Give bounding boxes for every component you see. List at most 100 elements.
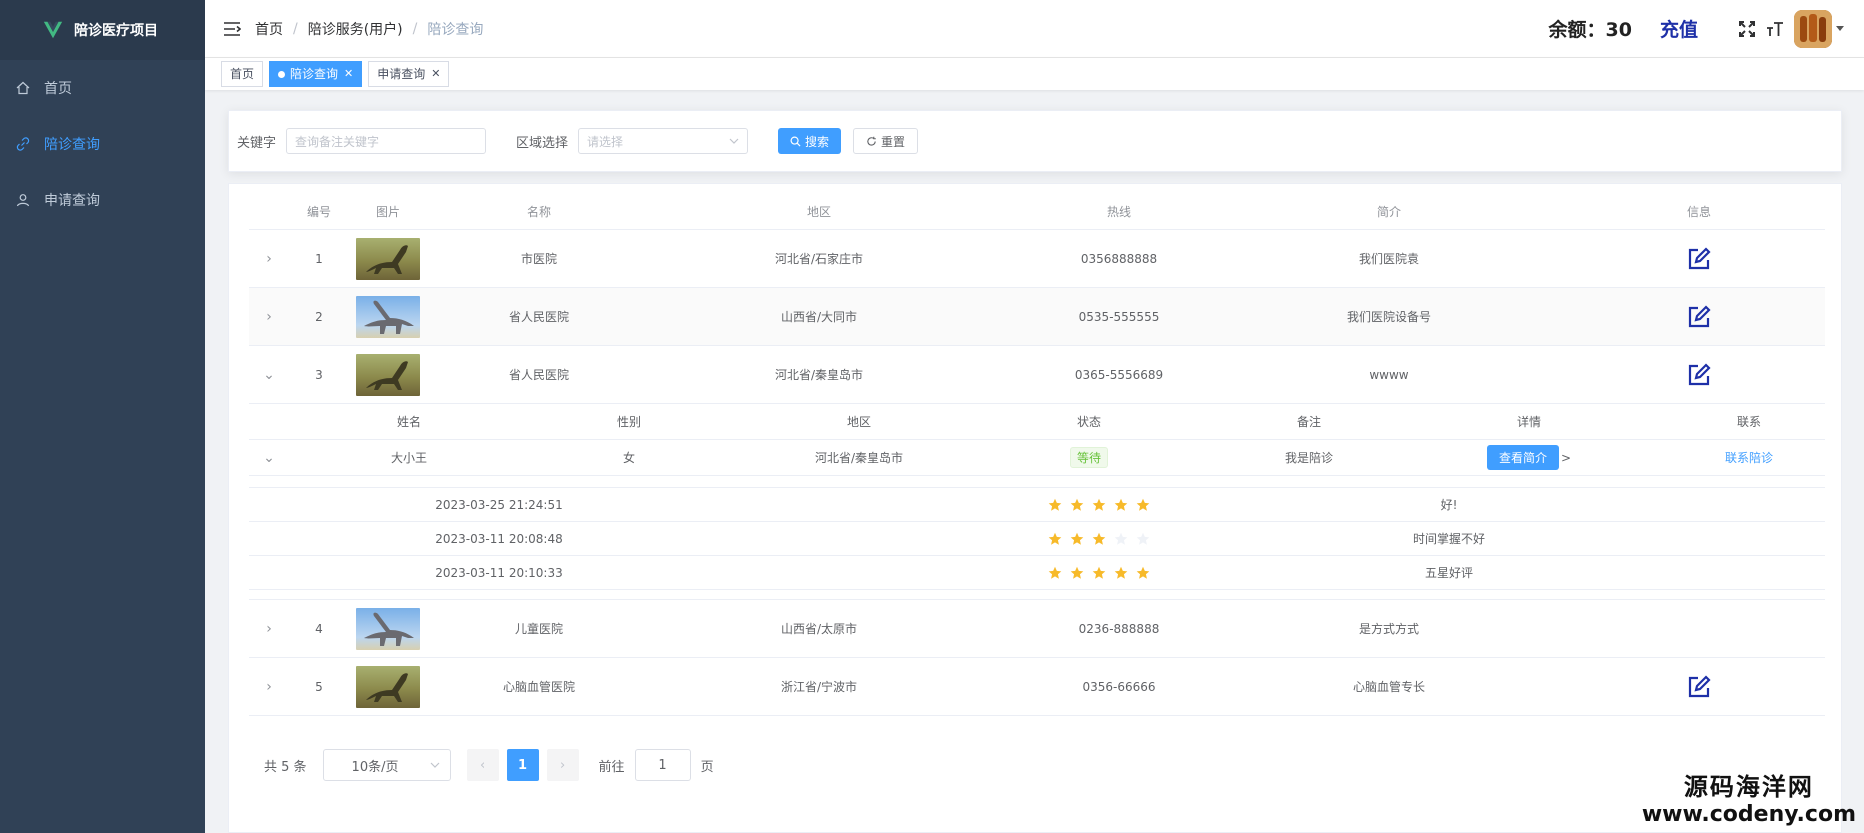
table-row[interactable]: ⌄ 3 省人民医院 河北省/秦皇岛市 0365-5556689 wwww xyxy=(249,346,1825,404)
expand-chevron-icon[interactable]: › xyxy=(249,288,289,345)
row-hotline: 0356888888 xyxy=(1080,251,1158,266)
row-name: 省人民医院 xyxy=(508,368,569,382)
page-size-select[interactable]: 10条/页 xyxy=(322,749,451,781)
tag-home[interactable]: 首页 xyxy=(221,61,264,87)
status-badge: 等待 xyxy=(1069,447,1108,468)
escort-name: 大小王 xyxy=(390,451,427,465)
table-row[interactable]: › 1 市医院 河北省/石家庄市 0356888888 我们医院袁 xyxy=(249,230,1825,288)
region-label: 区域选择 xyxy=(516,135,569,151)
escort-region: 河北省/秦皇岛市 xyxy=(814,451,904,465)
search-button[interactable]: 搜索 xyxy=(778,128,842,154)
row-image xyxy=(356,600,420,657)
next-page-button[interactable]: › xyxy=(546,749,579,781)
page-number-current[interactable]: 1 xyxy=(506,749,539,781)
sidebar-item-escort-query[interactable]: 陪诊查询 xyxy=(0,116,205,172)
breadcrumb-item[interactable]: 陪诊服务(用户) xyxy=(308,19,403,39)
expand-chevron-icon[interactable]: › xyxy=(249,600,289,657)
dinosaur-thumbnail-image xyxy=(356,295,420,338)
keyword-input[interactable]: 查询备注关键字 xyxy=(286,128,487,154)
dinosaur-thumbnail-image xyxy=(356,353,420,396)
review-row: 2023-03-11 20:08:48 时间掌握不好 xyxy=(249,522,1825,556)
app-title: 陪诊医疗项目 xyxy=(74,23,158,39)
chevron-down-icon xyxy=(729,138,739,144)
prev-page-button[interactable]: ‹ xyxy=(466,749,499,781)
watermark-title: 源码海洋网 xyxy=(1683,773,1814,801)
table-row[interactable]: › 5 心脑血管医院 浙江省/宁波市 0356-66666 心脑血管专长 xyxy=(249,658,1825,716)
keyword-label: 关键字 xyxy=(237,135,277,151)
row-info xyxy=(1669,288,1729,345)
font-size-icon[interactable] xyxy=(1766,20,1784,38)
hamburger-icon[interactable] xyxy=(223,21,241,37)
review-spacer xyxy=(249,590,1825,600)
row-info xyxy=(1669,346,1729,403)
expand-chevron-icon[interactable]: › xyxy=(249,230,289,287)
chevron-down-icon[interactable] xyxy=(1836,26,1844,31)
row-image xyxy=(356,288,420,345)
row-name: 儿童医院 xyxy=(514,622,563,636)
row-id: 1 xyxy=(315,251,323,266)
sidebar-item-apply-query[interactable]: 申请查询 xyxy=(0,172,205,228)
close-icon[interactable]: ✕ xyxy=(344,62,353,86)
breadcrumb-item[interactable]: 首页 xyxy=(255,19,283,39)
avatar[interactable] xyxy=(1794,9,1832,48)
tag-label: 陪诊查询 xyxy=(290,67,339,81)
view-intro-button[interactable]: 查看简介 xyxy=(1486,445,1559,470)
column-header: 简介 xyxy=(1376,205,1401,219)
table-row[interactable]: › 4 儿童医院 山西省/太原市 0236-888888 是方式方式 xyxy=(249,600,1825,658)
column-header: 名称 xyxy=(526,205,551,219)
table-header-row: 编号 图片 名称 地区 热线 简介 信息 xyxy=(249,194,1825,230)
star-rating xyxy=(1048,498,1150,512)
star-icon xyxy=(1070,498,1084,511)
balance-text: 余额：30 xyxy=(1548,19,1632,41)
sidebar-item-home[interactable]: 首页 xyxy=(0,60,205,116)
star-icon xyxy=(1048,498,1062,511)
contact-escort-link[interactable]: 联系陪诊 xyxy=(1725,449,1773,466)
review-row: 2023-03-11 20:10:33 五星好评 xyxy=(249,556,1825,590)
row-image xyxy=(356,346,420,403)
review-rating xyxy=(949,488,1249,521)
expand-chevron-icon[interactable]: ⌄ xyxy=(249,346,289,403)
star-icon xyxy=(1114,498,1128,511)
table-row[interactable]: › 2 省人民医院 山西省/大同市 0535-555555 我们医院设备号 xyxy=(249,288,1825,346)
header-right: 余额：30 充值 xyxy=(1548,9,1844,48)
tag-escort-query[interactable]: 陪诊查询 ✕ xyxy=(269,61,363,87)
chevron-down-icon xyxy=(430,762,439,768)
row-intro: 心脑血管专长 xyxy=(1352,680,1425,694)
row-image xyxy=(356,230,420,287)
row-name: 心脑血管医院 xyxy=(502,680,575,694)
tag-apply-query[interactable]: 申请查询 ✕ xyxy=(368,61,450,87)
region-select[interactable]: 请选择 xyxy=(578,128,749,154)
edit-icon[interactable] xyxy=(1686,674,1712,700)
close-icon[interactable]: ✕ xyxy=(431,62,440,86)
row-intro: 是方式方式 xyxy=(1358,622,1419,636)
region-placeholder: 请选择 xyxy=(587,134,624,149)
star-icon xyxy=(1070,566,1084,579)
edit-icon[interactable] xyxy=(1686,304,1712,330)
review-time: 2023-03-11 20:08:48 xyxy=(435,531,563,546)
watermark: 源码海洋网 www.codeny.com xyxy=(1642,767,1856,827)
row-name: 市医院 xyxy=(520,252,557,266)
goto-page-input[interactable]: 1 xyxy=(634,749,691,781)
expand-chevron-icon[interactable]: › xyxy=(249,658,289,715)
edit-icon[interactable] xyxy=(1686,362,1712,388)
escort-status: 等待 xyxy=(1029,440,1149,475)
star-icon xyxy=(1092,566,1106,579)
reset-button[interactable]: 重置 xyxy=(853,128,919,154)
breadcrumb: 首页 / 陪诊服务(用户) / 陪诊查询 xyxy=(255,19,483,39)
column-header: 编号 xyxy=(306,205,331,219)
expand-chevron-icon[interactable]: ⌄ xyxy=(249,440,289,475)
recharge-link[interactable]: 充值 xyxy=(1660,15,1698,42)
sub-column-header: 备注 xyxy=(1296,415,1321,429)
row-image xyxy=(356,658,420,715)
edit-icon[interactable] xyxy=(1686,246,1712,272)
keyword-placeholder: 查询备注关键字 xyxy=(295,134,380,149)
fullscreen-icon[interactable] xyxy=(1738,20,1756,38)
top-header: 首页 / 陪诊服务(用户) / 陪诊查询 余额：30 充值 xyxy=(205,0,1864,58)
home-icon xyxy=(16,81,30,95)
sub-column-header: 状态 xyxy=(1076,415,1101,429)
subtable-row[interactable]: ⌄ 大小王 女 河北省/秦皇岛市 等待 我是陪诊 查看简介 > 联系陪诊 xyxy=(249,440,1825,476)
watermark-url: www.codeny.com xyxy=(1641,802,1856,827)
app-logo[interactable]: 陪诊医疗项目 xyxy=(0,0,205,60)
sidebar-item-label: 陪诊查询 xyxy=(44,137,100,153)
search-form: 关键字 查询备注关键字 区域选择 请选择 搜索 重置 xyxy=(228,110,1842,172)
